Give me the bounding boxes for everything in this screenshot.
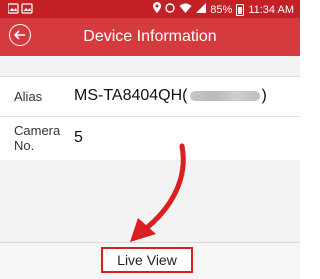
clock: 11:34 AM [248,3,294,16]
location-icon [153,2,162,17]
status-icons: 85% 11:34 AM [153,2,294,17]
notification-icons [7,3,34,18]
alias-row: Alias MS-TA8404QH() [0,77,300,117]
alias-value-suffix: ) [261,87,267,104]
notification-icon-group [7,3,33,14]
status-bar: 85% 11:34 AM [0,0,300,18]
signal-icon [165,2,175,17]
section-spacer [0,56,300,77]
wifi-icon [179,3,192,17]
gallery-notification-icon [21,3,33,14]
battery-icon [236,3,245,16]
page-title: Device Information [83,28,217,45]
battery-percent: 85% [210,3,233,16]
camera-number-value: 5 [74,129,83,146]
camera-number-label-line1: Camera [14,123,61,138]
alias-value: MS-TA8404QH() [74,87,267,105]
app-bar: Device Information [0,18,300,56]
image-notification-icon [7,3,19,14]
redacted-text [189,90,260,101]
alias-label: Alias [14,89,43,104]
annotation-arrow-icon [130,143,186,242]
camera-number-label-line2: No. [14,138,35,153]
cellular-icon [196,2,207,17]
alias-value-prefix: MS-TA8404QH( [74,87,188,104]
camera-number-label: Camera No. [14,123,60,153]
